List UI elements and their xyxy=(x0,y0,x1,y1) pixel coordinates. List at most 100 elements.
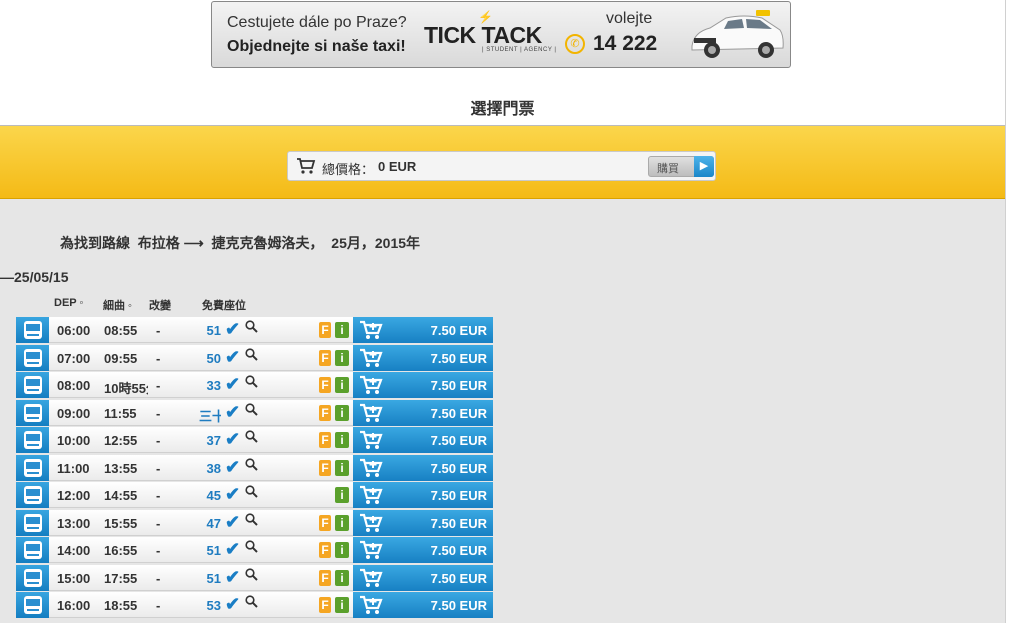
buy-ticket-button[interactable]: 7.50 EUR xyxy=(353,592,493,618)
magnifier-icon[interactable] xyxy=(245,457,258,471)
buy-ticket-button[interactable]: 7.50 EUR xyxy=(353,564,493,591)
fare-badge-icon[interactable]: F xyxy=(319,322,331,338)
connection-row[interactable]: 10:00 12:55 - 37 ✔ Fi 7.50 EUR xyxy=(16,427,493,453)
fare-badge-icon[interactable]: F xyxy=(319,542,331,558)
info-icon[interactable]: i xyxy=(335,432,349,448)
bus-icon xyxy=(16,509,49,536)
connection-row[interactable]: 13:00 15:55 - 47 ✔ Fi 7.50 EUR xyxy=(16,509,493,536)
free-seats: 47 xyxy=(206,515,221,531)
taxi-ad-banner[interactable]: Cestujete dále po Praze? Objednejte si n… xyxy=(211,1,791,68)
connection-info[interactable]: 06:00 08:55 - 51 ✔ Fi xyxy=(49,317,353,343)
bus-icon xyxy=(16,372,49,398)
free-seats: 51 xyxy=(206,570,221,586)
info-icon[interactable]: i xyxy=(335,349,349,366)
free-seats: 45 xyxy=(206,488,221,503)
changes: - xyxy=(156,488,161,503)
connection-info[interactable]: 07:00 09:55 - 50 ✔ Fi xyxy=(49,344,353,371)
connection-info[interactable]: 10:00 12:55 - 37 ✔ Fi xyxy=(49,427,353,453)
fare-badge-icon[interactable]: F xyxy=(319,349,331,366)
info-icon[interactable]: i xyxy=(335,322,349,338)
departure-time: 11:00 xyxy=(57,460,90,476)
buy-ticket-button[interactable]: 7.50 EUR xyxy=(353,427,493,453)
connection-info[interactable]: 14:00 16:55 - 51 ✔ Fi xyxy=(49,537,353,563)
connection-row[interactable]: 14:00 16:55 - 51 ✔ Fi 7.50 EUR xyxy=(16,537,493,563)
buy-button[interactable]: 購買 ▶ xyxy=(648,156,714,177)
connection-row[interactable]: 08:00 10時55分- 33 ✔ Fi 7.50 EUR xyxy=(16,372,493,398)
connection-row[interactable]: 15:00 17:55 - 51 ✔ Fi 7.50 EUR xyxy=(16,564,493,591)
banner-line1: Cestujete dále po Praze? xyxy=(227,14,407,31)
buy-ticket-button[interactable]: 7.50 EUR xyxy=(353,344,493,371)
magnifier-icon[interactable] xyxy=(245,320,258,333)
connection-info[interactable]: 09:00 11:55 - 三十 ✔ Fi xyxy=(49,399,353,426)
buy-ticket-button[interactable]: 7.50 EUR xyxy=(353,317,493,343)
page: Cestujete dále po Praze? Objednejte si n… xyxy=(0,0,1005,623)
info-icon[interactable]: i xyxy=(335,459,349,476)
connection-row[interactable]: 16:00 18:55 - 53 ✔ Fi 7.50 EUR xyxy=(16,592,493,618)
info-icon[interactable]: i xyxy=(335,404,349,421)
info-icon[interactable]: i xyxy=(335,377,349,393)
connection-info[interactable]: 11:00 13:55 - 38 ✔ Fi xyxy=(49,454,353,481)
connection-row[interactable]: 06:00 08:55 - 51 ✔ Fi 7.50 EUR xyxy=(16,317,493,343)
col-header-dep-label: DEP xyxy=(54,297,77,309)
magnifier-icon[interactable] xyxy=(245,595,258,608)
info-icon[interactable]: i xyxy=(335,542,349,558)
arrival-time: 18:55 xyxy=(104,598,138,613)
check-icon: ✔ xyxy=(225,594,241,614)
fare-badge-icon[interactable]: F xyxy=(319,432,331,448)
col-header-arr[interactable]: 細曲 ◦ xyxy=(103,297,132,313)
connection-row[interactable]: 12:00 14:55 - 45 ✔ i 7.50 EUR xyxy=(16,482,493,508)
magnifier-icon[interactable] xyxy=(245,512,258,526)
magnifier-icon[interactable] xyxy=(245,485,258,498)
connection-row[interactable]: 07:00 09:55 - 50 ✔ Fi 7.50 EUR xyxy=(16,344,493,371)
info-icon[interactable]: i xyxy=(335,569,349,586)
buy-ticket-button[interactable]: 7.50 EUR xyxy=(353,399,493,426)
col-header-dep[interactable]: DEP ◦ xyxy=(54,297,83,309)
magnifier-icon[interactable] xyxy=(245,567,258,581)
departure-time: 10:00 xyxy=(57,433,91,448)
fare-badge-icon[interactable]: F xyxy=(319,459,331,476)
connection-info[interactable]: 13:00 15:55 - 47 ✔ Fi xyxy=(49,509,353,536)
total-value: 0 EUR xyxy=(378,159,417,174)
fare-badge-icon[interactable]: F xyxy=(319,514,331,531)
buy-ticket-button[interactable]: 7.50 EUR xyxy=(353,372,493,398)
info-icon[interactable]: i xyxy=(335,597,349,613)
connection-info[interactable]: 12:00 14:55 - 45 ✔ i xyxy=(49,482,353,508)
check-icon: ✔ xyxy=(225,484,241,504)
banner-phone: 14 222 xyxy=(593,32,658,55)
buy-ticket-button[interactable]: 7.50 EUR xyxy=(353,454,493,481)
ticket-price: 7.50 EUR xyxy=(430,488,487,503)
ticket-price: 7.50 EUR xyxy=(430,433,487,448)
buy-ticket-button[interactable]: 7.50 EUR xyxy=(353,537,493,563)
magnifier-icon[interactable] xyxy=(245,540,258,553)
arrival-time: 09:55 xyxy=(104,350,138,366)
bus-icon xyxy=(16,564,49,591)
info-icon[interactable]: i xyxy=(335,514,349,531)
fare-badge-icon[interactable]: F xyxy=(319,404,331,421)
fare-badge-icon[interactable]: F xyxy=(319,569,331,586)
buy-ticket-button[interactable]: 7.50 EUR xyxy=(353,482,493,508)
changes: - xyxy=(156,323,161,338)
departure-time: 13:00 xyxy=(57,515,91,531)
cart-icon xyxy=(360,375,383,394)
connection-row[interactable]: 09:00 11:55 - 三十 ✔ Fi 7.50 EUR xyxy=(16,399,493,426)
buy-ticket-button[interactable]: 7.50 EUR xyxy=(353,509,493,536)
check-icon: ✔ xyxy=(225,374,241,394)
connection-row[interactable]: 11:00 13:55 - 38 ✔ Fi 7.50 EUR xyxy=(16,454,493,481)
connection-info[interactable]: 16:00 18:55 - 53 ✔ Fi xyxy=(49,592,353,618)
check-icon: ✔ xyxy=(225,401,241,422)
ticket-price: 7.50 EUR xyxy=(430,323,487,338)
changes: - xyxy=(156,515,161,531)
connection-info[interactable]: 08:00 10時55分- 33 ✔ Fi xyxy=(49,372,353,398)
ticket-price: 7.50 EUR xyxy=(430,405,487,421)
connection-info[interactable]: 15:00 17:55 - 51 ✔ Fi xyxy=(49,564,353,591)
magnifier-icon[interactable] xyxy=(245,375,258,388)
fare-badge-icon[interactable]: F xyxy=(319,377,331,393)
scrollbar-gutter[interactable] xyxy=(1005,0,1024,623)
free-seats: 38 xyxy=(206,460,221,476)
fare-badge-icon[interactable]: F xyxy=(319,597,331,613)
magnifier-icon[interactable] xyxy=(245,430,258,443)
magnifier-icon[interactable] xyxy=(245,402,258,416)
magnifier-icon[interactable] xyxy=(245,347,258,361)
info-icon[interactable]: i xyxy=(335,487,349,503)
check-icon: ✔ xyxy=(225,566,241,587)
